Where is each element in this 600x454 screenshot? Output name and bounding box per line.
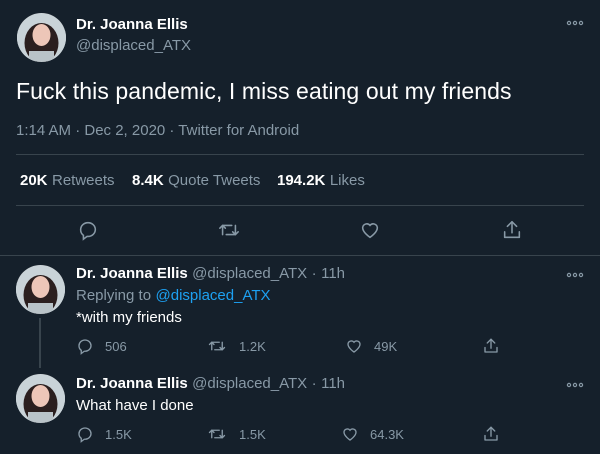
divider <box>0 255 600 256</box>
author-name[interactable]: Dr. Joanna Ellis <box>76 375 188 392</box>
retweet-count: 1.5K <box>239 427 266 442</box>
quotes-stat[interactable]: 8.4K Quote Tweets <box>132 172 260 190</box>
dot-separator: · <box>311 265 317 282</box>
replying-handle-link[interactable]: @displaced_ATX <box>156 287 271 304</box>
like-icon[interactable] <box>359 219 381 241</box>
thread-line <box>39 318 41 368</box>
reply-header: Dr. Joanna Ellis @displaced_ATX · 11h <box>76 375 345 393</box>
tweet-meta[interactable]: 1:14 AM · Dec 2, 2020 · Twitter for Andr… <box>16 122 299 139</box>
likes-count: 194.2K <box>277 172 326 189</box>
avatar[interactable] <box>16 374 65 423</box>
avatar[interactable] <box>17 13 66 62</box>
like-count: 64.3K <box>370 427 404 442</box>
divider <box>16 154 584 155</box>
share-icon[interactable] <box>482 337 500 355</box>
replying-to: Replying to @displaced_ATX <box>76 287 271 305</box>
share-icon[interactable] <box>482 425 500 443</box>
author-name[interactable]: Dr. Joanna Ellis <box>76 16 188 33</box>
quotes-label: Quote Tweets <box>168 172 261 189</box>
tweet-text: Fuck this pandemic, I miss eating out my… <box>16 78 512 104</box>
retweets-label: Retweets <box>51 172 115 189</box>
likes-stat[interactable]: 194.2K Likes <box>277 172 365 190</box>
reply-icon[interactable] <box>76 337 94 355</box>
reply-icon[interactable] <box>76 425 94 443</box>
replying-prefix: Replying to <box>76 287 152 304</box>
like-count: 49K <box>374 339 398 354</box>
retweets-count: 20K <box>20 172 48 189</box>
author-handle[interactable]: @displaced_ATX <box>192 375 307 392</box>
reply-count: 1.5K <box>105 427 132 442</box>
reply-icon[interactable] <box>77 219 99 241</box>
author-name[interactable]: Dr. Joanna Ellis <box>76 265 188 282</box>
retweet-icon[interactable] <box>208 425 226 443</box>
reply-text: *with my friends <box>76 309 182 326</box>
retweet-icon[interactable] <box>208 337 226 355</box>
author-handle[interactable]: @displaced_ATX <box>76 37 191 54</box>
like-icon[interactable] <box>345 337 363 355</box>
retweet-count: 1.2K <box>239 339 266 354</box>
author-handle[interactable]: @displaced_ATX <box>192 265 307 282</box>
retweets-stat[interactable]: 20K Retweets <box>20 172 115 190</box>
quotes-count: 8.4K <box>132 172 164 189</box>
avatar[interactable] <box>16 265 65 314</box>
reply-text: What have I done <box>76 397 194 414</box>
like-icon[interactable] <box>341 425 359 443</box>
retweet-icon[interactable] <box>218 219 240 241</box>
divider <box>16 205 584 206</box>
more-options-icon[interactable] <box>566 14 584 32</box>
reply-count: 506 <box>105 339 127 354</box>
share-icon[interactable] <box>501 219 523 241</box>
likes-label: Likes <box>329 172 365 189</box>
timestamp[interactable]: 11h <box>321 375 345 392</box>
dot-separator: · <box>311 375 317 392</box>
timestamp[interactable]: 11h <box>321 265 345 282</box>
more-options-icon[interactable] <box>566 266 584 284</box>
more-options-icon[interactable] <box>566 376 584 394</box>
reply-header: Dr. Joanna Ellis @displaced_ATX · 11h <box>76 265 345 283</box>
